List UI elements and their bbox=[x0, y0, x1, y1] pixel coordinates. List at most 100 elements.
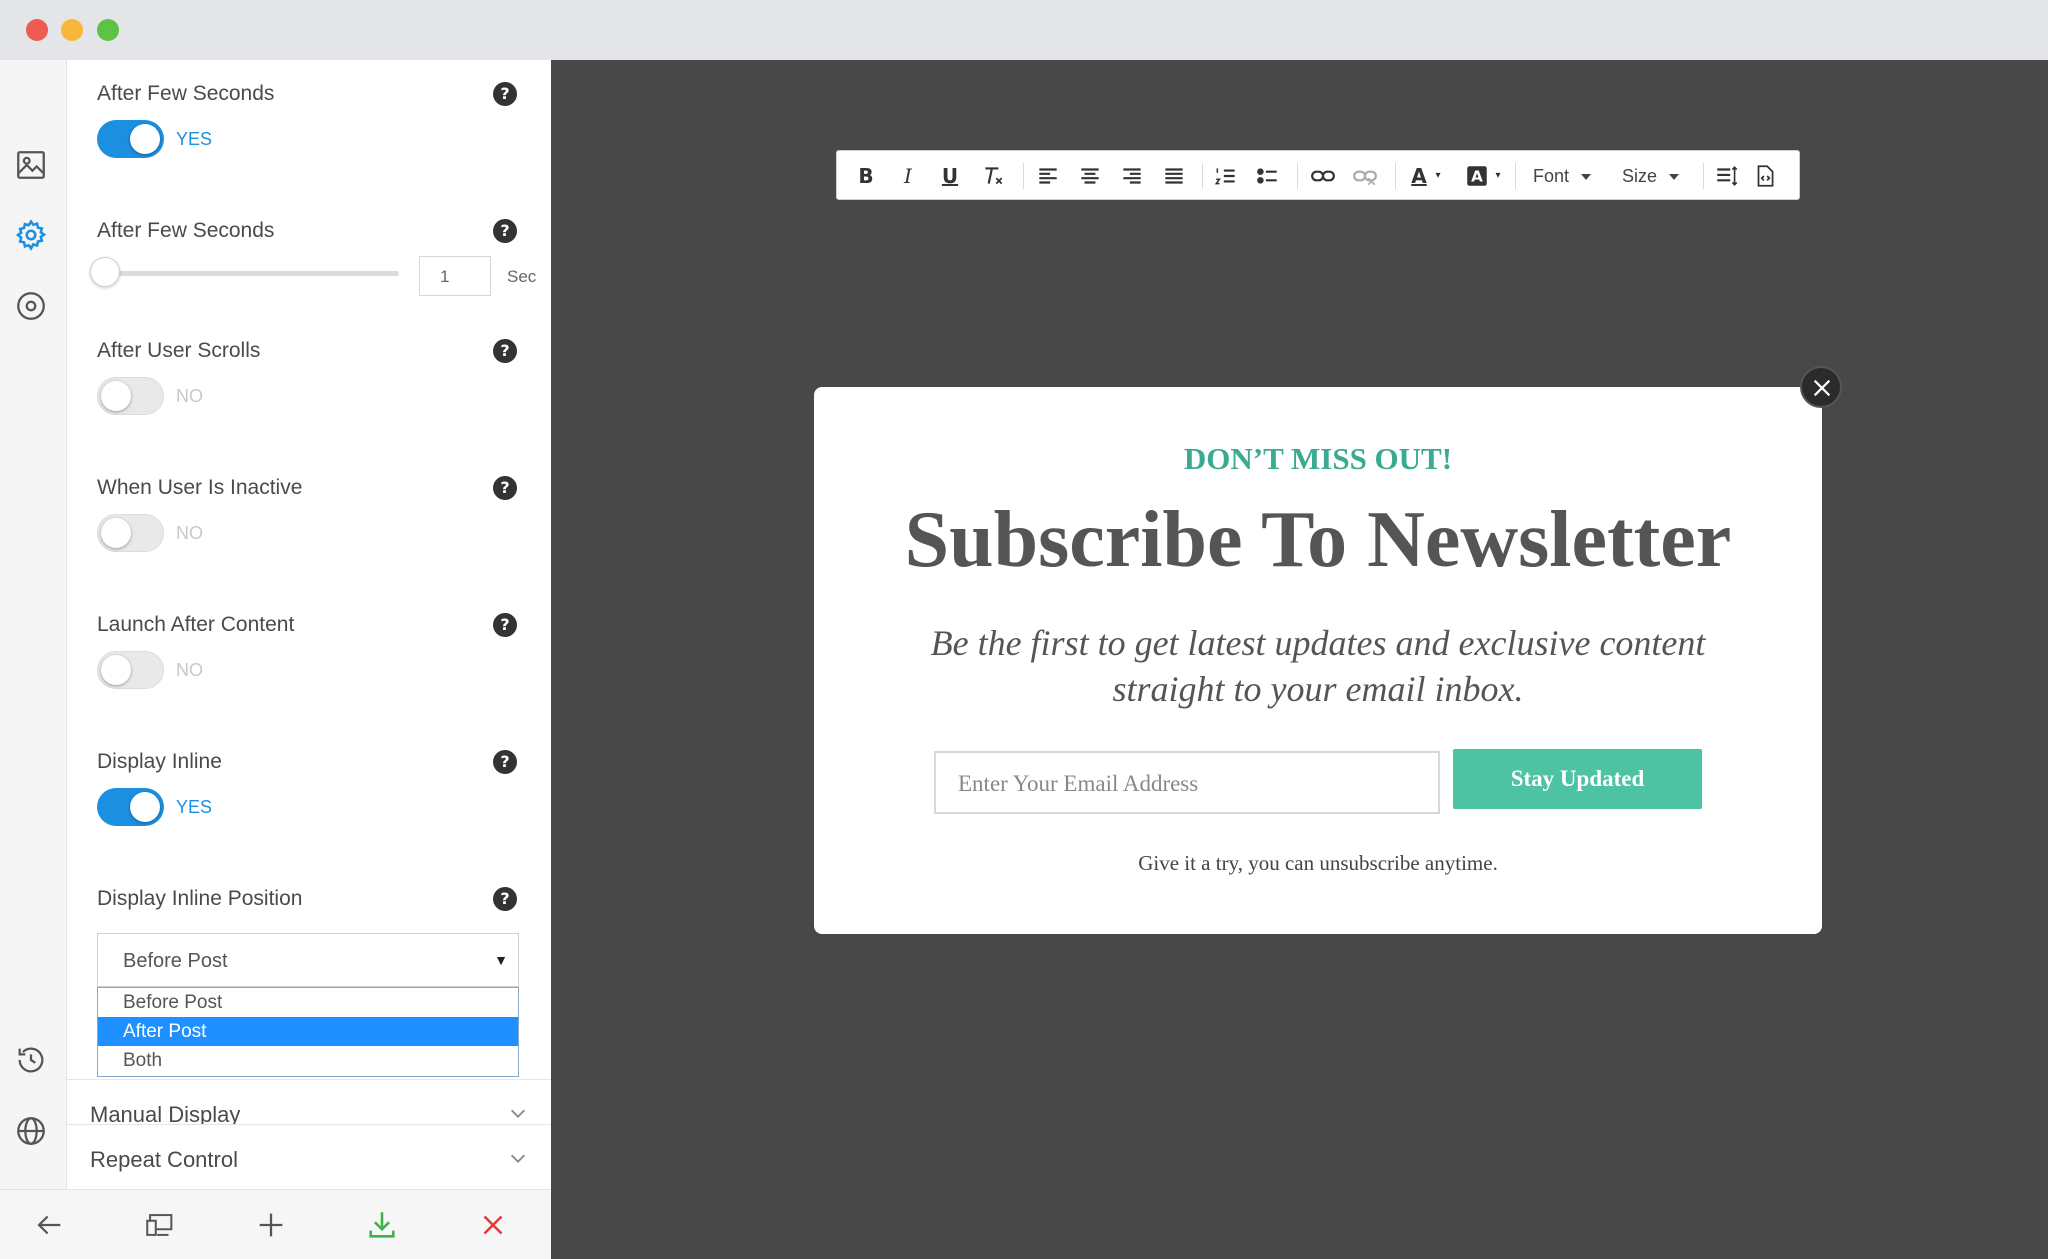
dropdown-option-highlighted[interactable]: After Post bbox=[98, 1017, 518, 1046]
help-icon[interactable]: ? bbox=[493, 219, 517, 243]
toggle-knob bbox=[101, 381, 131, 411]
toggle-knob bbox=[130, 792, 160, 822]
numbered-list-icon[interactable] bbox=[1213, 162, 1239, 190]
bold-button[interactable]: B bbox=[853, 162, 879, 190]
window-minimize-button[interactable] bbox=[61, 19, 83, 41]
align-left-icon[interactable] bbox=[1035, 162, 1061, 190]
image-icon[interactable] bbox=[14, 148, 48, 182]
devices-icon[interactable] bbox=[143, 1208, 177, 1242]
size-dropdown-label: Size bbox=[1622, 166, 1658, 186]
close-icon bbox=[1813, 379, 1831, 397]
inline-position-select[interactable]: Before Post ▼ bbox=[97, 933, 519, 987]
setting-label: Display Inline bbox=[97, 750, 222, 773]
toolbar-separator bbox=[1515, 163, 1516, 189]
window-maximize-button[interactable] bbox=[97, 19, 119, 41]
seconds-slider-track[interactable] bbox=[97, 271, 399, 276]
globe-icon[interactable] bbox=[14, 1114, 48, 1148]
seconds-slider-thumb[interactable] bbox=[90, 257, 120, 287]
toggle-knob bbox=[101, 518, 131, 548]
toggle-switch[interactable] bbox=[97, 377, 164, 415]
background-color-icon[interactable]: A bbox=[1463, 162, 1491, 190]
setting-label: Launch After Content bbox=[97, 613, 295, 636]
source-code-icon[interactable] bbox=[1751, 162, 1779, 190]
clear-format-icon[interactable] bbox=[979, 162, 1007, 190]
window-titlebar bbox=[0, 0, 2048, 60]
select-value: Before Post bbox=[123, 950, 228, 972]
toolbar-separator bbox=[1703, 163, 1704, 189]
text-color-button[interactable]: A bbox=[1407, 162, 1431, 190]
align-center-icon[interactable] bbox=[1077, 162, 1103, 190]
caret-down-icon bbox=[1669, 174, 1680, 181]
popup-close-button[interactable] bbox=[1800, 366, 1842, 408]
line-height-icon[interactable] bbox=[1713, 162, 1741, 190]
underline-button[interactable]: U bbox=[937, 162, 963, 190]
back-arrow-icon[interactable] bbox=[32, 1208, 66, 1242]
setting-label: When User Is Inactive bbox=[97, 476, 303, 499]
setting-label: Display Inline Position bbox=[97, 887, 303, 910]
toolbar-separator bbox=[1023, 163, 1024, 189]
popup-fineprint: Give it a try, you can unsubscribe anyti… bbox=[1138, 851, 1498, 875]
justify-icon[interactable] bbox=[1161, 162, 1187, 190]
link-icon[interactable] bbox=[1309, 162, 1337, 190]
align-right-icon[interactable] bbox=[1119, 162, 1145, 190]
window-close-button[interactable] bbox=[26, 19, 48, 41]
toggle-state-label: NO bbox=[176, 386, 203, 406]
setting-label: After Few Seconds bbox=[97, 219, 275, 242]
close-icon[interactable] bbox=[476, 1208, 510, 1242]
help-icon[interactable]: ? bbox=[493, 750, 517, 774]
dropdown-option[interactable]: Both bbox=[98, 1046, 518, 1075]
plus-icon[interactable] bbox=[254, 1208, 288, 1242]
download-icon[interactable] bbox=[365, 1208, 399, 1242]
toggle-switch[interactable] bbox=[97, 514, 164, 552]
toggle-knob bbox=[101, 655, 131, 685]
chevron-down-icon bbox=[510, 1154, 526, 1163]
history-icon[interactable] bbox=[14, 1043, 48, 1077]
section-title: Repeat Control bbox=[90, 1147, 238, 1172]
icon-rail bbox=[0, 60, 67, 1189]
popup-kicker: DON’T MISS OUT! bbox=[1183, 441, 1453, 476]
svg-text:A: A bbox=[1471, 167, 1483, 185]
chevron-down-icon bbox=[510, 1109, 526, 1118]
font-size-dropdown[interactable]: Size bbox=[1622, 162, 1680, 190]
toggle-state-label: YES bbox=[176, 797, 213, 817]
toolbar-separator bbox=[1395, 163, 1396, 189]
dropdown-option[interactable]: Before Post bbox=[98, 988, 518, 1017]
bulleted-list-icon[interactable] bbox=[1255, 162, 1281, 190]
italic-button[interactable]: I bbox=[895, 162, 921, 190]
toolbar-separator bbox=[1202, 163, 1203, 189]
toggle-state-label: YES bbox=[176, 129, 213, 149]
setting-label: After User Scrolls bbox=[97, 339, 261, 362]
popup-subtext: Be the first to get latest updates and e… bbox=[930, 623, 1706, 709]
caret-down-icon bbox=[1581, 174, 1592, 181]
gear-icon[interactable] bbox=[14, 218, 48, 252]
font-dropdown-label: Font bbox=[1533, 166, 1570, 186]
font-family-dropdown[interactable]: Font bbox=[1533, 162, 1592, 190]
toolbar-separator bbox=[1297, 163, 1298, 189]
unlink-icon[interactable] bbox=[1351, 162, 1379, 190]
setting-label: After Few Seconds bbox=[97, 82, 275, 105]
stay-updated-button[interactable]: Stay Updated bbox=[1453, 749, 1702, 809]
caret-down-icon[interactable]: ▾ bbox=[1493, 162, 1503, 190]
toggle-switch[interactable] bbox=[97, 120, 164, 158]
help-icon[interactable]: ? bbox=[493, 82, 517, 106]
section-repeat-control[interactable]: Repeat Control bbox=[67, 1124, 551, 1189]
toggle-switch[interactable] bbox=[97, 788, 164, 826]
bottom-toolbar bbox=[0, 1189, 551, 1259]
toggle-switch[interactable] bbox=[97, 651, 164, 689]
help-icon[interactable]: ? bbox=[493, 887, 517, 911]
toggle-state-label: NO bbox=[176, 660, 203, 680]
popup-headline: Subscribe To Newsletter bbox=[904, 496, 1732, 584]
help-icon[interactable]: ? bbox=[493, 339, 517, 363]
inline-position-dropdown: Before Post After Post Both bbox=[97, 987, 519, 1077]
settings-panel: After Few Seconds ? YES After Few Second… bbox=[67, 60, 551, 1189]
help-icon[interactable]: ? bbox=[493, 476, 517, 500]
help-icon[interactable]: ? bbox=[493, 613, 517, 637]
newsletter-popup: DON’T MISS OUT! Subscribe To Newsletter … bbox=[814, 387, 1822, 934]
toggle-knob bbox=[130, 124, 160, 154]
caret-down-icon: ▼ bbox=[494, 952, 508, 968]
target-icon[interactable] bbox=[14, 289, 48, 323]
email-input[interactable]: Enter Your Email Address bbox=[934, 751, 1440, 814]
seconds-unit-label: Sec bbox=[507, 267, 537, 286]
seconds-input[interactable]: 1 bbox=[419, 256, 491, 296]
caret-down-icon[interactable]: ▾ bbox=[1433, 162, 1443, 190]
